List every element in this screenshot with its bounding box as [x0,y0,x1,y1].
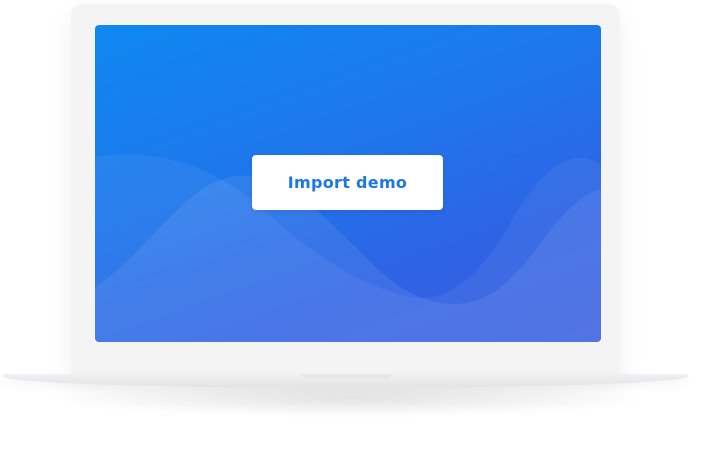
import-demo-button[interactable]: Import demo [252,155,443,210]
laptop-mockup: Import demo [0,0,701,457]
laptop-screen: Import demo [95,25,601,342]
laptop-base-notch [300,374,391,378]
import-demo-label: Import demo [287,173,408,192]
laptop-base [3,374,688,388]
